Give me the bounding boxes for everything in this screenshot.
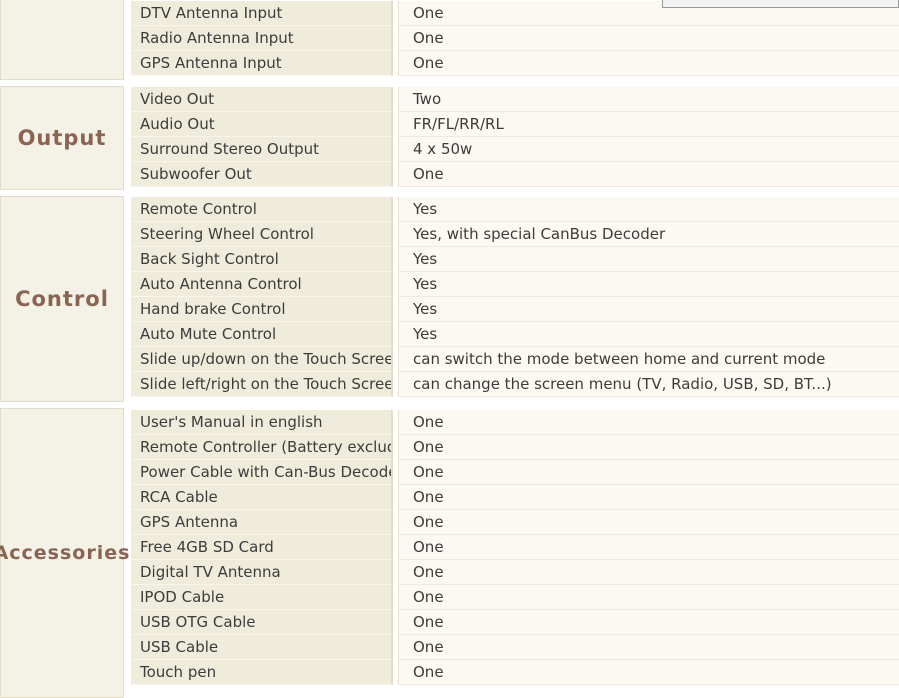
spec-label: Steering Wheel Control <box>131 222 393 247</box>
spec-value: Yes <box>398 247 899 272</box>
spec-labels-column: DTV Antenna Input Radio Antenna Input GP… <box>131 1 393 76</box>
spec-label: Hand brake Control <box>131 297 393 322</box>
spec-value: can change the screen menu (TV, Radio, U… <box>398 372 899 397</box>
spec-label: USB OTG Cable <box>131 610 393 635</box>
spec-label: USB Cable <box>131 635 393 660</box>
spec-value: Two <box>398 87 899 112</box>
spec-label: Subwoofer Out <box>131 162 393 187</box>
spec-values-column: One One One One One One One One One One … <box>398 410 899 685</box>
spec-label: Power Cable with Can-Bus Decoder <box>131 460 393 485</box>
spec-labels-column: Video Out Audio Out Surround Stereo Outp… <box>131 87 393 187</box>
spec-label: RCA Cable <box>131 485 393 510</box>
spec-label: Touch pen <box>131 660 393 685</box>
spec-label: Back Sight Control <box>131 247 393 272</box>
spec-values-column: One One One <box>398 1 899 76</box>
spec-value: can switch the mode between home and cur… <box>398 347 899 372</box>
section-inputs: DTV Antenna Input Radio Antenna Input GP… <box>0 0 899 80</box>
spec-value: Yes <box>398 197 899 222</box>
section-accessories: Accessories User's Manual in english Rem… <box>0 408 899 698</box>
spec-value: One <box>398 560 899 585</box>
spec-label: Remote Controller (Battery excluded) <box>131 435 393 460</box>
spec-value: One <box>398 435 899 460</box>
section-output: Output Video Out Audio Out Surround Ster… <box>0 86 899 190</box>
spec-label: Slide left/right on the Touch Screen <box>131 372 393 397</box>
spec-labels-column: Remote Control Steering Wheel Control Ba… <box>131 197 393 397</box>
spec-values-column: Yes Yes, with special CanBus Decoder Yes… <box>398 197 899 397</box>
spec-values-column: Two FR/FL/RR/RL 4 x 50w One <box>398 87 899 187</box>
section-control: Control Remote Control Steering Wheel Co… <box>0 196 899 402</box>
spec-label: Video Out <box>131 87 393 112</box>
spec-value: Yes, with special CanBus Decoder <box>398 222 899 247</box>
spec-value: 4 x 50w <box>398 137 899 162</box>
spec-label: User's Manual in english <box>131 410 393 435</box>
category-label: Control <box>15 287 109 311</box>
spec-value: One <box>398 485 899 510</box>
category-cell-accessories: Accessories <box>0 408 129 698</box>
spec-label: IPOD Cable <box>131 585 393 610</box>
category-label: Output <box>17 126 107 150</box>
spec-label: Digital TV Antenna <box>131 560 393 585</box>
spec-label: Auto Antenna Control <box>131 272 393 297</box>
spec-value: One <box>398 510 899 535</box>
spec-label: GPS Antenna Input <box>131 51 393 76</box>
spec-labels-column: User's Manual in english Remote Controll… <box>131 410 393 685</box>
spec-value: One <box>398 51 899 76</box>
spec-label: Audio Out <box>131 112 393 137</box>
spec-label: Auto Mute Control <box>131 322 393 347</box>
spec-value: One <box>398 585 899 610</box>
spec-value: Yes <box>398 322 899 347</box>
spec-label: GPS Antenna <box>131 510 393 535</box>
spec-value: One <box>398 635 899 660</box>
spec-value: One <box>398 410 899 435</box>
spec-value: Yes <box>398 297 899 322</box>
spec-label: DTV Antenna Input <box>131 1 393 26</box>
spec-label: Radio Antenna Input <box>131 26 393 51</box>
spec-label: Remote Control <box>131 197 393 222</box>
spec-value: FR/FL/RR/RL <box>398 112 899 137</box>
spec-value: One <box>398 535 899 560</box>
spec-value: One <box>398 26 899 51</box>
spec-label: Slide up/down on the Touch Screen <box>131 347 393 372</box>
category-cell-control: Control <box>0 196 124 402</box>
category-cell-inputs <box>0 0 124 80</box>
image-info-tooltip <box>662 0 899 8</box>
category-label: Accessories <box>0 542 131 564</box>
spec-value: Yes <box>398 272 899 297</box>
spec-label: Free 4GB SD Card <box>131 535 393 560</box>
spec-value: One <box>398 162 899 187</box>
spec-value: One <box>398 610 899 635</box>
spec-value: One <box>398 460 899 485</box>
category-cell-output: Output <box>0 86 124 190</box>
spec-label: Surround Stereo Output <box>131 137 393 162</box>
spec-value: One <box>398 660 899 685</box>
